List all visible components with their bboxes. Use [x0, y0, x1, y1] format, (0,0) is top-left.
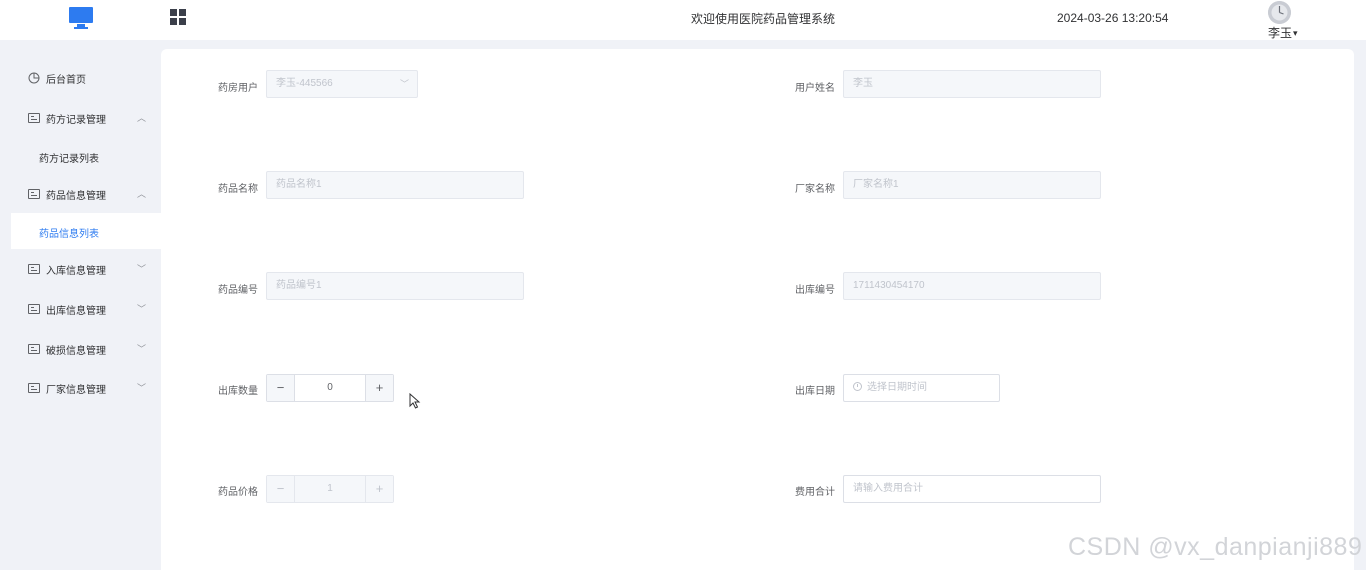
sidebar-subitem-label: 药方记录列表 [39, 154, 99, 165]
current-datetime: 2024-03-26 13:20:54 [1057, 11, 1169, 25]
increase-button[interactable]: + [365, 375, 393, 401]
chevron-down-icon: ﹀ [137, 383, 147, 393]
drug-code-value: 药品编号1 [276, 280, 322, 291]
user-name-value: 李玉 [853, 78, 873, 89]
card-icon [28, 344, 40, 354]
card-icon [28, 304, 40, 314]
outbound-qty-stepper[interactable]: − 0 + [266, 374, 394, 402]
user-name-field[interactable]: 李玉 [843, 70, 1101, 98]
outbound-date-label: 出库日期 [795, 386, 835, 397]
drug-name-field[interactable]: 药品名称1 [266, 171, 524, 199]
drug-name-value: 药品名称1 [276, 179, 322, 190]
sidebar-item-drug-info[interactable]: 药品信息管理 ︿ [0, 174, 161, 214]
total-cost-placeholder: 请输入费用合计 [853, 483, 923, 494]
card-icon [28, 264, 40, 274]
sidebar-item-outbound[interactable]: 出库信息管理 ﹀ [0, 289, 161, 329]
sidebar-subitem-prescription-list[interactable]: 药方记录列表 [11, 138, 161, 174]
vendor-name-label: 厂家名称 [795, 184, 835, 195]
clock-icon [853, 382, 862, 391]
user-name-label: 李玉 [1268, 26, 1293, 40]
sidebar-item-label: 药方记录管理 [46, 115, 106, 126]
mouse-cursor-icon [409, 393, 421, 409]
sidebar-item-prescription[interactable]: 药方记录管理 ︿ [0, 98, 161, 138]
user-avatar[interactable] [1268, 1, 1291, 24]
sidebar-subitem-drug-info-list[interactable]: 药品信息列表 [11, 213, 161, 249]
outbound-qty-value[interactable]: 0 [295, 375, 365, 401]
chevron-up-icon: ︿ [137, 113, 147, 123]
vendor-name-field[interactable]: 厂家名称1 [843, 171, 1101, 199]
top-header: 欢迎使用医院药品管理系统 2024-03-26 13:20:54 李玉▾ [0, 0, 1366, 40]
increase-button[interactable]: + [365, 476, 393, 502]
drug-price-label: 药品价格 [218, 487, 258, 498]
drug-name-label: 药品名称 [218, 184, 258, 195]
chevron-down-icon: ﹀ [137, 264, 147, 274]
watermark: CSDN @vx_danpianji889 [1068, 533, 1363, 561]
sidebar-item-label: 入库信息管理 [46, 266, 106, 277]
sidebar-item-dashboard[interactable]: 后台首页 [0, 58, 161, 98]
sidebar-item-damage[interactable]: 破损信息管理 ﹀ [0, 329, 161, 369]
chevron-down-icon: ﹀ [399, 79, 409, 89]
sidebar-item-label: 出库信息管理 [46, 306, 106, 317]
drug-code-label: 药品编号 [218, 285, 258, 296]
sidebar-item-label: 破损信息管理 [46, 346, 106, 357]
chevron-up-icon: ︿ [137, 189, 147, 199]
sidebar-item-label: 药品信息管理 [46, 191, 106, 202]
form-card: 药房用户 李玉-445566 ﹀ 用户姓名 李玉 药品名称 药品名称1 厂家名称… [161, 49, 1354, 570]
drug-code-field[interactable]: 药品编号1 [266, 272, 524, 300]
sidebar-item-label: 后台首页 [46, 75, 86, 86]
user-name-label: 用户姓名 [795, 83, 835, 94]
total-cost-label: 费用合计 [795, 487, 835, 498]
sidebar-item-label: 厂家信息管理 [46, 385, 106, 396]
chevron-down-icon: ▾ [1293, 28, 1298, 38]
sidebar-item-vendor[interactable]: 厂家信息管理 ﹀ [0, 368, 161, 408]
drug-price-value[interactable]: 1 [295, 476, 365, 502]
pharmacy-user-select[interactable]: 李玉-445566 ﹀ [266, 70, 418, 98]
vendor-name-value: 厂家名称1 [853, 179, 899, 190]
drug-price-stepper[interactable]: − 1 + [266, 475, 394, 503]
pie-chart-icon [28, 72, 40, 84]
sidebar: 后台首页 药方记录管理 ︿ 药方记录列表 药品信息管理 ︿ 药品信息列表 入库信… [0, 40, 161, 570]
chevron-down-icon: ﹀ [137, 304, 147, 314]
sidebar-subitem-label: 药品信息列表 [39, 229, 99, 240]
outbound-date-placeholder: 选择日期时间 [867, 382, 927, 393]
card-icon [28, 113, 40, 123]
pharmacy-user-value: 李玉-445566 [276, 78, 333, 89]
user-menu[interactable]: 李玉▾ [1268, 24, 1298, 41]
chevron-down-icon: ﹀ [137, 344, 147, 354]
outbound-code-label: 出库编号 [795, 285, 835, 296]
decrease-button[interactable]: − [267, 375, 295, 401]
card-icon [28, 189, 40, 199]
decrease-button[interactable]: − [267, 476, 295, 502]
outbound-code-value: 1711430454170 [853, 280, 925, 291]
sidebar-item-inbound[interactable]: 入库信息管理 ﹀ [0, 249, 161, 289]
outbound-qty-label: 出库数量 [218, 386, 258, 397]
total-cost-field[interactable]: 请输入费用合计 [843, 475, 1101, 503]
outbound-code-field[interactable]: 1711430454170 [843, 272, 1101, 300]
pharmacy-user-label: 药房用户 [218, 83, 258, 94]
card-icon [28, 383, 40, 393]
outbound-date-picker[interactable]: 选择日期时间 [843, 374, 1000, 402]
